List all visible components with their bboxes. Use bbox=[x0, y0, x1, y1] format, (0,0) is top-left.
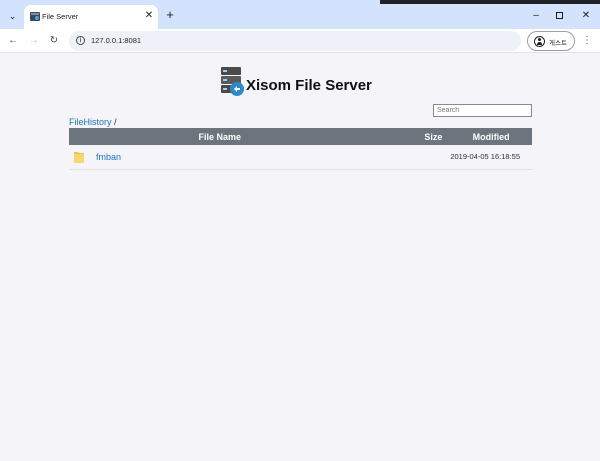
column-header-size[interactable]: Size bbox=[370, 128, 451, 145]
close-window-button[interactable]: ✕ bbox=[577, 8, 595, 24]
minimize-button[interactable]: – bbox=[527, 8, 545, 24]
server-favicon-icon bbox=[30, 12, 40, 21]
column-header-modified[interactable]: Modified bbox=[450, 128, 532, 145]
file-size-cell bbox=[370, 145, 451, 170]
tab-close-icon[interactable]: ✕ bbox=[143, 9, 155, 23]
site-info-icon[interactable]: i bbox=[76, 36, 85, 45]
file-link[interactable]: fmban bbox=[96, 152, 121, 162]
breadcrumb: FileHistory / bbox=[69, 117, 117, 127]
maximize-icon bbox=[555, 12, 563, 19]
address-url[interactable]: 127.0.0.1:8081 bbox=[91, 36, 141, 45]
table-row[interactable]: fmban 2019-04-05 16:18:55 bbox=[69, 145, 532, 170]
server-logo-icon bbox=[221, 67, 244, 96]
file-name-cell: fmban bbox=[69, 145, 371, 170]
profile-label: 게스트 bbox=[549, 40, 567, 47]
breadcrumb-separator: / bbox=[111, 117, 117, 127]
site-header: Xisom File Server bbox=[220, 67, 420, 99]
maximize-button[interactable] bbox=[550, 8, 568, 24]
column-header-name[interactable]: File Name bbox=[69, 128, 371, 145]
reload-icon[interactable]: ↻ bbox=[46, 33, 62, 49]
search-input[interactable] bbox=[433, 104, 532, 117]
browser-tab-strip: ⌄ File Server ✕ + – ✕ bbox=[0, 0, 600, 29]
site-title: Xisom File Server bbox=[246, 77, 372, 94]
file-table: File Name Size Modified fmban 2019-04-05… bbox=[69, 128, 532, 170]
browser-tab[interactable]: File Server ✕ bbox=[24, 5, 158, 29]
forward-arrow-icon[interactable]: → bbox=[26, 33, 42, 49]
tab-search-button[interactable]: ⌄ bbox=[4, 8, 21, 25]
breadcrumb-root-link[interactable]: FileHistory bbox=[69, 117, 112, 127]
file-modified-cell: 2019-04-05 16:18:55 bbox=[450, 145, 532, 170]
browser-menu-icon[interactable]: ⋮ bbox=[581, 33, 593, 49]
new-tab-button[interactable]: + bbox=[163, 7, 177, 23]
tab-title: File Server bbox=[42, 12, 79, 21]
person-icon bbox=[534, 36, 545, 47]
window-edge bbox=[380, 0, 600, 4]
page-content: Xisom File Server FileHistory / File Nam… bbox=[0, 53, 600, 461]
browser-toolbar: ← → ↻ i 127.0.0.1:8081 게스트 ⋮ bbox=[0, 29, 600, 53]
folder-icon bbox=[74, 152, 84, 163]
profile-button[interactable]: 게스트 bbox=[527, 31, 575, 51]
table-header-row: File Name Size Modified bbox=[69, 128, 532, 145]
address-bar[interactable]: i 127.0.0.1:8081 bbox=[69, 31, 521, 51]
back-arrow-icon[interactable]: ← bbox=[5, 33, 21, 49]
